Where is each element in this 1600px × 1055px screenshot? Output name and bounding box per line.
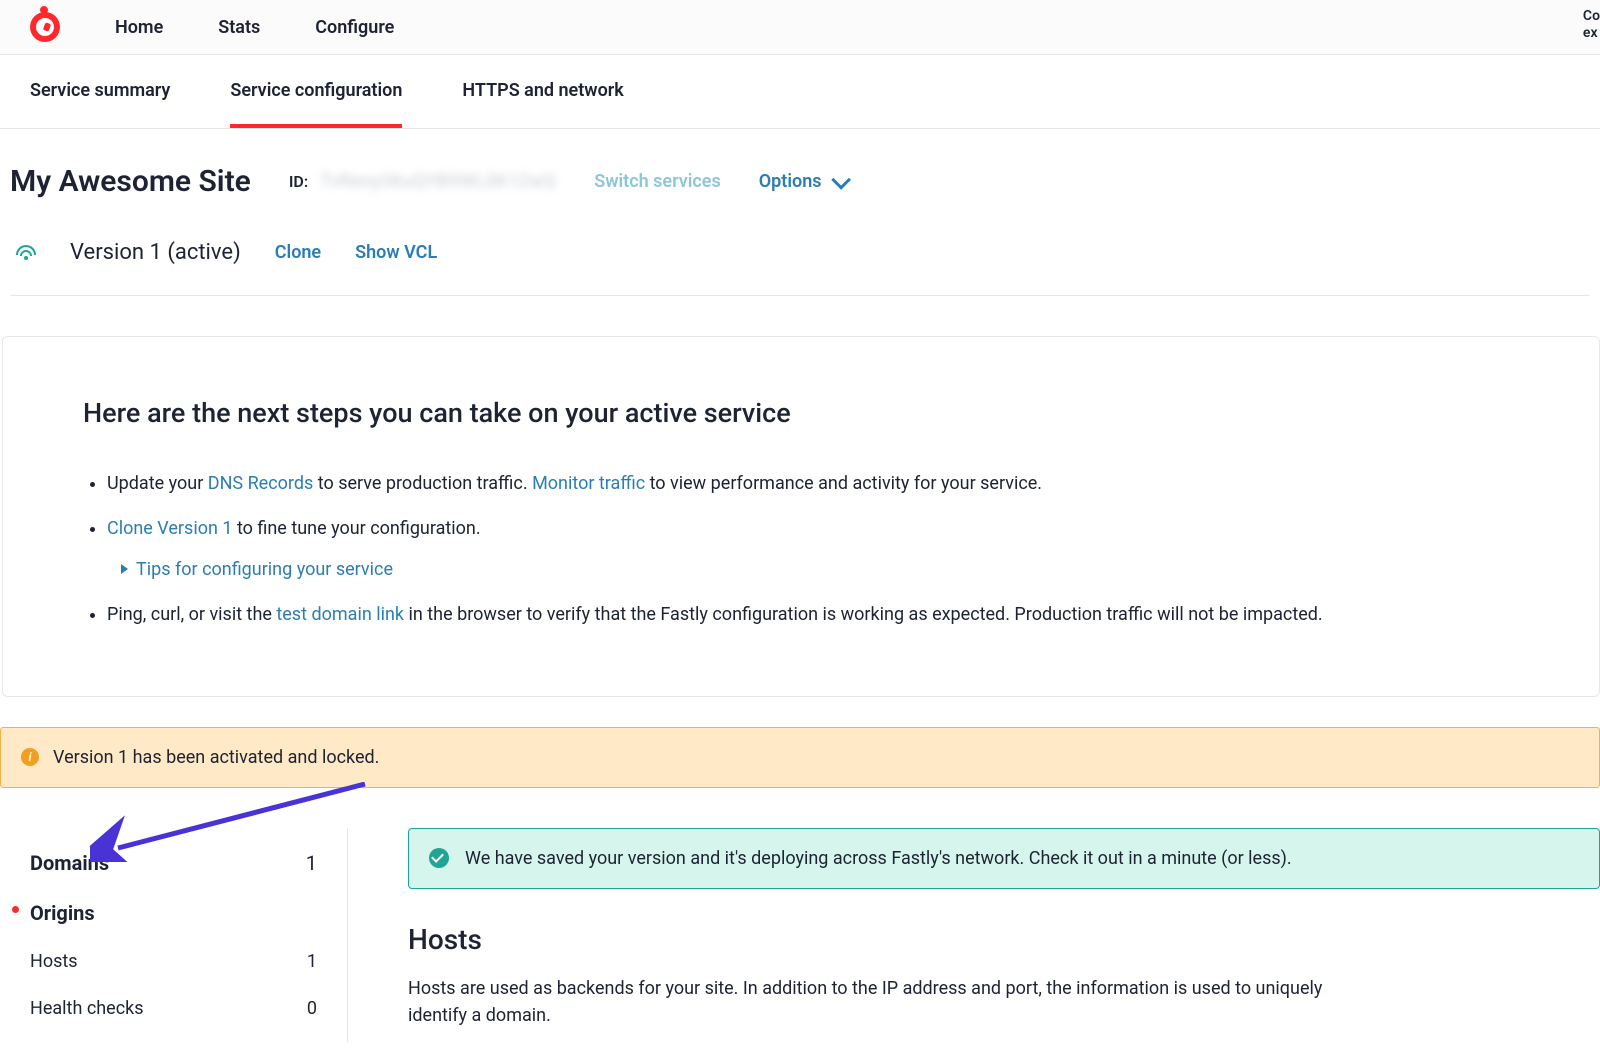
tab-service-summary[interactable]: Service summary [30, 55, 170, 128]
triangle-right-icon [121, 564, 128, 574]
tips-link: Tips for configuring your service [136, 556, 393, 583]
service-header-row2: Version 1 (active) Clone Show VCL [10, 236, 1590, 269]
next-step-clone: Clone Version 1 to fine tune your config… [107, 515, 1519, 583]
options-dropdown[interactable]: Options [759, 168, 846, 195]
options-label: Options [759, 168, 822, 195]
active-dot-icon [12, 906, 19, 913]
next-step-dns: Update your DNS Records to serve product… [107, 470, 1519, 497]
top-nav: Home Stats Configure [115, 14, 394, 41]
service-title: My Awesome Site [10, 159, 251, 204]
brand-logo-icon[interactable] [30, 12, 60, 42]
next-steps-card: Here are the next steps you can take on … [2, 336, 1600, 697]
next-step-test-domain: Ping, curl, or visit the test domain lin… [107, 601, 1519, 628]
sidebar-item-origins[interactable]: Origins [30, 888, 317, 938]
topbar-right-line2: ex [1583, 25, 1600, 42]
main-content: We have saved your version and it's depl… [348, 828, 1600, 1042]
nav-home[interactable]: Home [115, 14, 163, 41]
service-id-group: ID: TvReny36uQYB9WL0K12wQ [289, 168, 556, 195]
sidebar-item-domains[interactable]: Domains 1 [30, 838, 317, 888]
sidebar-health-count: 0 [307, 995, 317, 1022]
active-signal-icon [16, 245, 36, 261]
service-header: My Awesome Site ID: TvReny36uQYB9WL0K12w… [0, 129, 1600, 306]
version-locked-alert: i Version 1 has been activated and locke… [0, 727, 1600, 788]
tips-toggle[interactable]: Tips for configuring your service [121, 556, 1519, 583]
sidebar-origins-label: Origins [30, 898, 95, 928]
deploy-success-banner: We have saved your version and it's depl… [408, 828, 1600, 889]
version-label: Version 1 (active) [70, 236, 241, 269]
show-vcl-link[interactable]: Show VCL [355, 239, 437, 266]
switch-services-link[interactable]: Switch services [594, 168, 721, 195]
hosts-description: Hosts are used as backends for your site… [408, 975, 1348, 1029]
success-text: We have saved your version and it's depl… [465, 845, 1292, 872]
topbar: Home Stats Configure Co ex [0, 0, 1600, 55]
service-header-row1: My Awesome Site ID: TvReny36uQYB9WL0K12w… [10, 159, 1590, 204]
clone-version-link[interactable]: Clone Version 1 [107, 518, 232, 539]
tab-service-configuration[interactable]: Service configuration [230, 55, 402, 128]
next-steps-heading: Here are the next steps you can take on … [83, 393, 1519, 434]
divider [10, 295, 1590, 296]
sidebar-domains-label: Domains [30, 848, 109, 878]
sidebar-item-hosts[interactable]: Hosts 1 [30, 938, 317, 985]
sidebar-health-label: Health checks [30, 995, 144, 1022]
hosts-heading: Hosts [408, 919, 1600, 961]
tab-https-network[interactable]: HTTPS and network [462, 55, 623, 128]
config-columns: Domains 1 Origins Hosts 1 Health checks … [0, 828, 1600, 1042]
sidebar-hosts-count: 1 [307, 948, 317, 975]
test-domain-link[interactable]: test domain link [276, 604, 404, 625]
topbar-right-line1: Co [1583, 8, 1600, 25]
chevron-down-icon [831, 169, 851, 189]
next-steps-list: Update your DNS Records to serve product… [83, 470, 1519, 628]
topbar-right-fragment: Co ex [1583, 8, 1600, 42]
nav-configure[interactable]: Configure [315, 14, 394, 41]
sidebar-domains-count: 1 [306, 848, 317, 878]
monitor-traffic-link[interactable]: Monitor traffic [532, 473, 645, 494]
config-sidebar: Domains 1 Origins Hosts 1 Health checks … [0, 828, 348, 1042]
info-icon: i [21, 748, 39, 766]
service-id-label: ID: [289, 170, 308, 194]
alert-text: Version 1 has been activated and locked. [53, 744, 379, 771]
nav-stats[interactable]: Stats [218, 14, 260, 41]
check-circle-icon [429, 848, 449, 868]
service-subtabs: Service summary Service configuration HT… [0, 55, 1600, 129]
dns-records-link[interactable]: DNS Records [208, 473, 314, 494]
service-id-value: TvReny36uQYB9WL0K12wQ [320, 168, 556, 195]
sidebar-item-health-checks[interactable]: Health checks 0 [30, 985, 317, 1032]
clone-link[interactable]: Clone [275, 239, 321, 266]
sidebar-hosts-label: Hosts [30, 948, 78, 975]
